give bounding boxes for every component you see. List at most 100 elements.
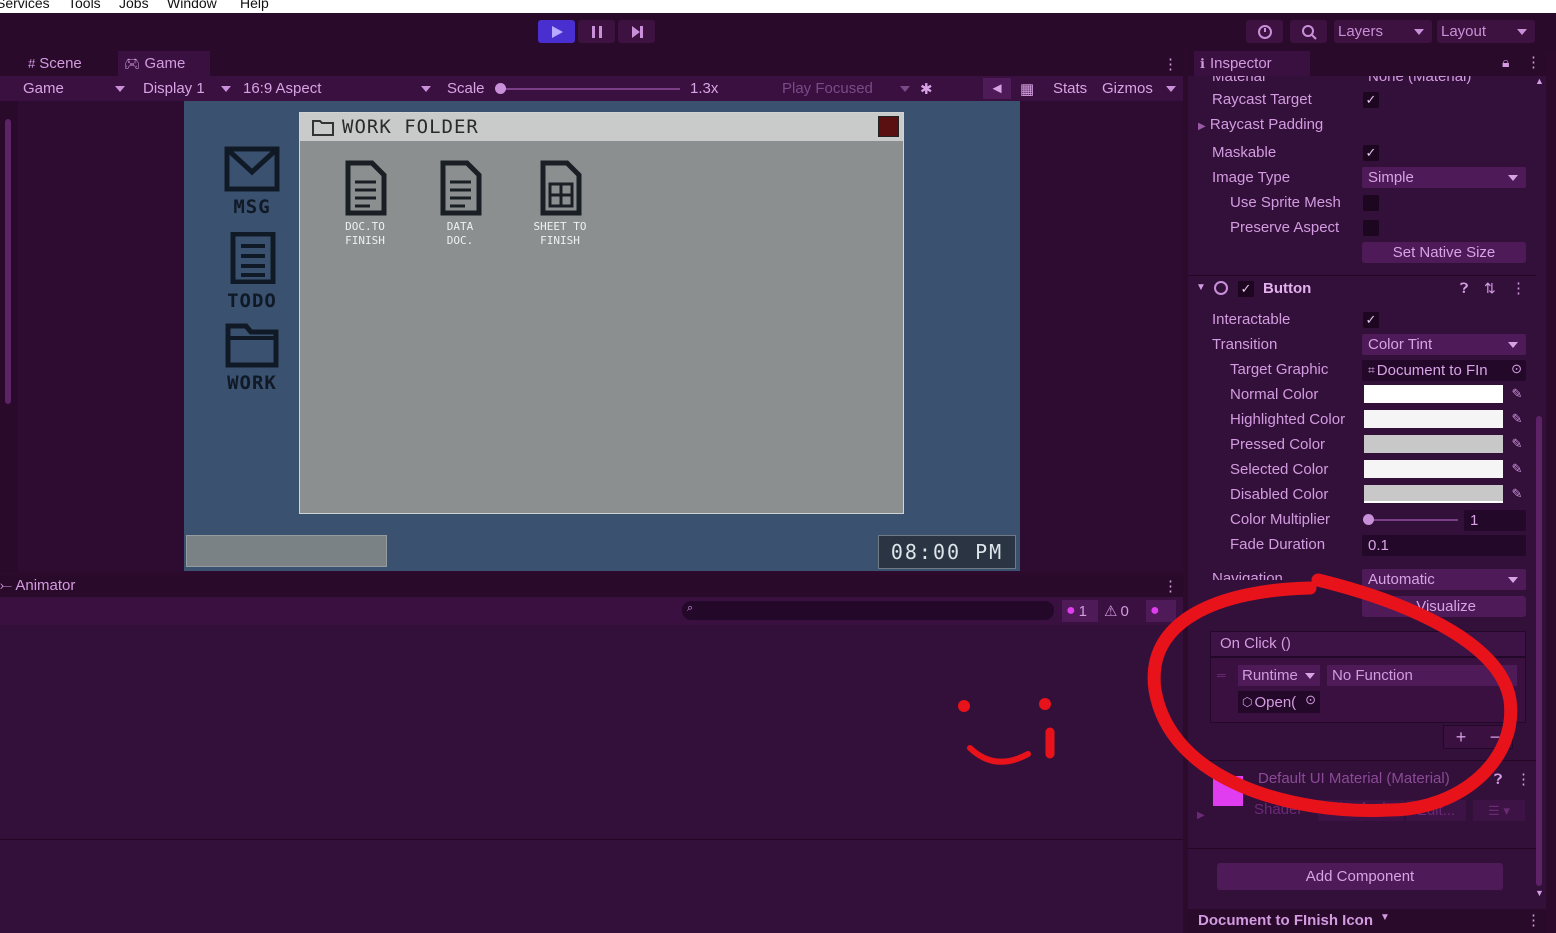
selected-object-name[interactable]: Document to FInish Icon <box>1198 912 1373 929</box>
aspect-dropdown[interactable]: 16:9 Aspect <box>243 78 435 99</box>
desktop-icon-msg-label: MSG <box>233 196 271 218</box>
scrollbar-thumb[interactable] <box>5 119 11 404</box>
eyedropper-icon[interactable]: ✎ <box>1509 460 1525 478</box>
console-search-input[interactable]: ⌕ <box>682 601 1054 620</box>
preserve-aspect-checkbox[interactable] <box>1363 220 1379 236</box>
eyedropper-icon[interactable]: ✎ <box>1509 435 1525 453</box>
more-menu-icon[interactable]: ⋮ <box>1526 53 1541 71</box>
folder-icon <box>312 120 334 136</box>
slider-handle[interactable] <box>1363 514 1374 525</box>
file-doc-to-finish[interactable]: DOC.TO FINISH <box>330 160 400 248</box>
color-multiplier-slider[interactable] <box>1366 519 1458 521</box>
eyedropper-icon[interactable]: ✎ <box>1509 385 1525 403</box>
close-icon[interactable] <box>878 116 899 137</box>
tab-animator[interactable]: ⤚ Animator <box>0 577 75 594</box>
menu-tools[interactable]: Tools <box>68 0 101 11</box>
display-dropdown[interactable]: Display 1 <box>143 78 235 99</box>
tab-scene[interactable]: # Scene <box>28 51 82 76</box>
file-data-doc[interactable]: DATA DOC. <box>425 160 495 248</box>
game-clock: 08:00 PM <box>878 535 1016 569</box>
chevron-down-icon <box>1166 86 1176 92</box>
stats-button[interactable]: Stats <box>1053 78 1087 99</box>
menu-help[interactable]: Help <box>240 0 269 11</box>
desktop-icon-todo[interactable]: TODO <box>222 231 282 312</box>
target-graphic-field[interactable]: ⌗ Document to FIn ⊙ <box>1362 360 1526 381</box>
lock-icon[interactable]: 🔒︎ <box>1502 54 1509 71</box>
chevron-down-icon <box>1414 29 1424 35</box>
tab-scene-label: Scene <box>39 55 82 72</box>
step-button[interactable] <box>618 20 655 43</box>
chevron-up-icon[interactable]: ▲ <box>1535 76 1544 86</box>
menu-window[interactable]: Window <box>167 0 217 11</box>
layers-dropdown[interactable]: Layers <box>1334 20 1432 43</box>
scale-slider-handle[interactable] <box>495 83 506 94</box>
menu-jobs[interactable]: Jobs <box>119 0 149 11</box>
add-component-button[interactable]: Add Component <box>1217 863 1503 890</box>
transition-dropdown[interactable]: Color Tint <box>1362 334 1526 355</box>
more-menu-icon[interactable]: ⋮ <box>1163 51 1178 76</box>
desktop-icon-msg[interactable]: MSG <box>222 146 282 218</box>
history-button[interactable] <box>1246 20 1283 43</box>
tab-game[interactable]: 🎮︎ Game <box>118 51 210 76</box>
tab-inspector[interactable]: ℹ Inspector <box>1194 51 1310 76</box>
material-field[interactable]: None (Material) <box>1368 76 1471 85</box>
highlighted-color-swatch[interactable] <box>1364 410 1503 428</box>
display-label: Display 1 <box>143 80 205 97</box>
chevron-down-icon <box>1517 29 1527 35</box>
window-titlebar[interactable]: WORK FOLDER <box>300 113 903 141</box>
play-focused-dropdown[interactable]: Play Focused <box>782 78 912 99</box>
maskable-label: Maskable <box>1212 144 1277 161</box>
more-menu-icon[interactable]: ⋮ <box>1526 911 1541 929</box>
warning-count: 0 <box>1120 602 1129 620</box>
pressed-color-label: Pressed Color <box>1230 436 1326 453</box>
play-button[interactable] <box>538 20 575 43</box>
more-menu-icon[interactable]: ⋮ <box>1511 279 1526 297</box>
color-multiplier-field[interactable]: 1 <box>1464 510 1526 531</box>
bug-icon[interactable]: ✱ <box>920 78 933 99</box>
image-type-dropdown[interactable]: Simple <box>1362 167 1526 188</box>
button-enabled-checkbox[interactable]: ✓ <box>1238 281 1254 297</box>
document-icon <box>440 160 482 216</box>
button-component-header[interactable]: ▼ ✓ Button ❓︎ ⇅ ⋮ <box>1188 277 1536 302</box>
raycast-padding-foldout[interactable]: ▶ Raycast Padding <box>1198 116 1323 133</box>
layout-dropdown[interactable]: Layout <box>1437 20 1535 43</box>
desktop-icon-work[interactable]: WORK <box>222 320 282 394</box>
pressed-color-swatch[interactable] <box>1364 435 1503 453</box>
search-button[interactable] <box>1290 20 1327 43</box>
warning-filter-toggle[interactable]: ⚠ 0 <box>1104 600 1140 622</box>
tab-game-label: Game <box>144 55 186 72</box>
object-picker-icon[interactable]: ⊙ <box>1511 361 1522 377</box>
game-view-scrollbar[interactable] <box>0 101 18 572</box>
chevron-down-icon[interactable]: ▼ <box>1535 888 1544 898</box>
keyboard-icon[interactable]: ▦ <box>1020 78 1034 99</box>
gizmos-dropdown[interactable]: Gizmos <box>1102 78 1180 99</box>
disabled-color-swatch[interactable] <box>1364 485 1503 503</box>
play-focused-label: Play Focused <box>782 80 873 97</box>
file-sheet-to-finish[interactable]: SHEET TO FINISH <box>518 160 602 248</box>
window-title: WORK FOLDER <box>342 116 479 138</box>
raycast-target-checkbox[interactable]: ✓ <box>1363 92 1379 108</box>
eyedropper-icon[interactable]: ✎ <box>1509 410 1525 428</box>
play-icon <box>551 25 563 38</box>
mute-audio-icon[interactable]: ◄ <box>983 78 1011 99</box>
scale-slider-track[interactable] <box>500 88 680 90</box>
fade-duration-field[interactable]: 0.1 <box>1362 535 1526 556</box>
use-sprite-mesh-checkbox[interactable] <box>1363 195 1379 211</box>
game-taskbar-start[interactable] <box>186 535 387 567</box>
image-type-label: Image Type <box>1212 169 1291 186</box>
chevron-down-icon <box>221 86 231 92</box>
selected-color-swatch[interactable] <box>1364 460 1503 478</box>
interactable-checkbox[interactable]: ✓ <box>1363 312 1379 328</box>
gizmos-label: Gizmos <box>1102 80 1153 97</box>
preset-icon[interactable]: ⇅ <box>1484 280 1496 297</box>
game-mode-dropdown[interactable]: Game <box>23 78 131 99</box>
pause-button[interactable] <box>578 20 615 43</box>
eyedropper-icon[interactable]: ✎ <box>1509 485 1525 503</box>
maskable-checkbox[interactable]: ✓ <box>1363 145 1379 161</box>
animator-icon: ⤚ <box>0 577 13 594</box>
menu-services[interactable]: Services <box>0 0 50 11</box>
normal-color-swatch[interactable] <box>1364 385 1503 403</box>
set-native-size-button[interactable]: Set Native Size <box>1362 242 1526 263</box>
error-filter-toggle[interactable]: ● 1 <box>1062 600 1098 622</box>
help-icon[interactable]: ❓︎ <box>1460 280 1468 297</box>
